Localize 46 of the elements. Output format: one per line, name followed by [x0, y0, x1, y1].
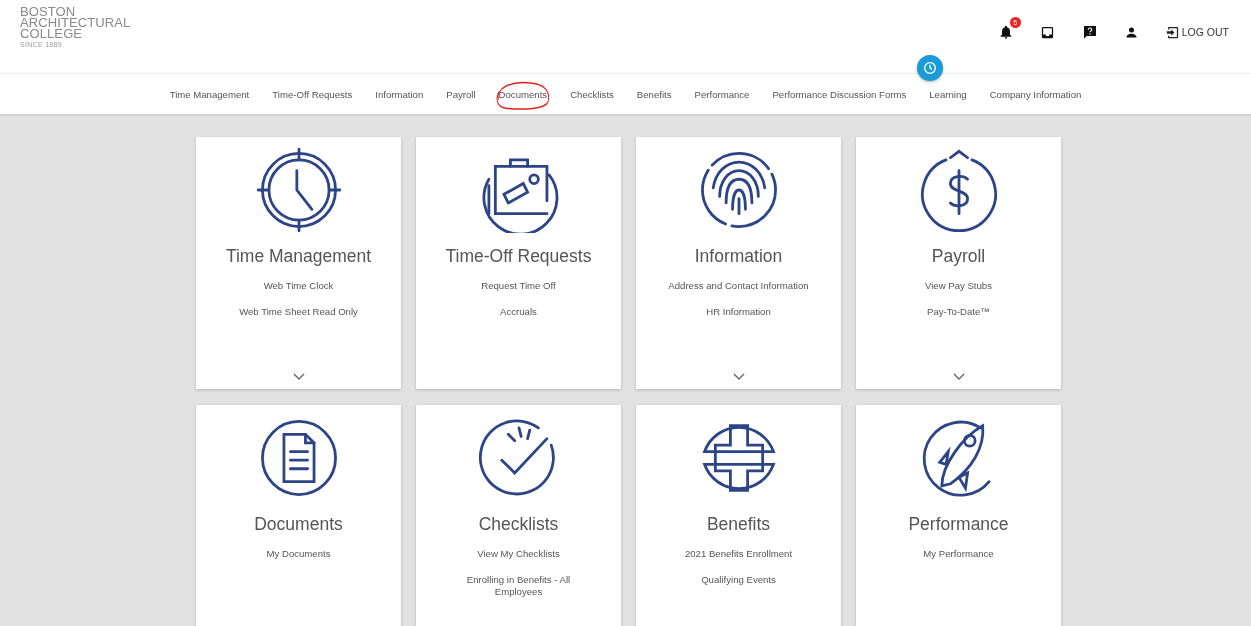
nav-tab[interactable]: Time-Off Requests: [260, 88, 364, 100]
nav-tab[interactable]: Documents: [487, 88, 559, 100]
card-link[interactable]: HR Information: [706, 306, 771, 318]
card-title: Checklists: [478, 514, 559, 535]
logout-button[interactable]: LOG OUT: [1164, 24, 1229, 40]
card-link[interactable]: Accruals: [500, 306, 537, 318]
clock-button[interactable]: [917, 55, 943, 81]
logo-text: COLLEGE: [20, 28, 83, 39]
nav-tab[interactable]: Performance Discussion Forms: [760, 88, 918, 100]
nav-tab[interactable]: Information: [363, 88, 435, 100]
card-link[interactable]: 2021 Benefits Enrollment: [684, 548, 793, 560]
card-link[interactable]: Address and Contact Information: [668, 280, 809, 292]
chevron-icon[interactable]: [292, 373, 305, 381]
line-art-icon: [255, 147, 342, 233]
card-title: Time Management: [225, 246, 372, 267]
chevron-icon[interactable]: [952, 373, 965, 381]
nav-tab[interactable]: Learning: [917, 88, 979, 100]
clock-icon: [922, 60, 938, 76]
logo-text: BOSTON: [20, 6, 76, 17]
logo-text: ARCHITECTURAL: [20, 17, 131, 28]
card-link[interactable]: View Pay Stubs: [925, 280, 992, 292]
card-title: Time-Off Requests: [445, 246, 592, 267]
card-link[interactable]: Qualifying Events: [701, 574, 776, 586]
card-link[interactable]: Enrolling in Benefits - All Employees: [456, 574, 581, 598]
card-title: Information: [694, 246, 783, 267]
card-title: Payroll: [931, 246, 986, 267]
nav-tab[interactable]: Time Management: [158, 88, 261, 100]
nav-tab[interactable]: Benefits: [625, 88, 684, 100]
card-link[interactable]: Request Time Off: [481, 280, 556, 292]
card-link[interactable]: View My Checklists: [477, 548, 560, 560]
nav-tab[interactable]: Payroll: [434, 88, 488, 100]
chevron-icon[interactable]: [732, 373, 745, 381]
card-link[interactable]: Pay-To-Date™: [927, 306, 990, 318]
help-icon: [1081, 24, 1098, 40]
nav-tab[interactable]: Company Information: [978, 88, 1093, 100]
card-link[interactable]: My Documents: [266, 548, 331, 560]
card-link[interactable]: Web Time Clock: [263, 280, 334, 292]
nav-tab[interactable]: Performance: [683, 88, 761, 100]
card-link[interactable]: My Performance: [923, 548, 994, 560]
inbox-icon: [1040, 24, 1056, 40]
nav-tab[interactable]: Checklists: [558, 88, 626, 100]
logout-icon: [1164, 24, 1180, 40]
card-title: Benefits: [706, 514, 771, 535]
card-title: Documents: [254, 514, 343, 535]
card-title: Performance: [908, 514, 1009, 535]
card-link[interactable]: Web Time Sheet Read Only: [239, 306, 358, 318]
